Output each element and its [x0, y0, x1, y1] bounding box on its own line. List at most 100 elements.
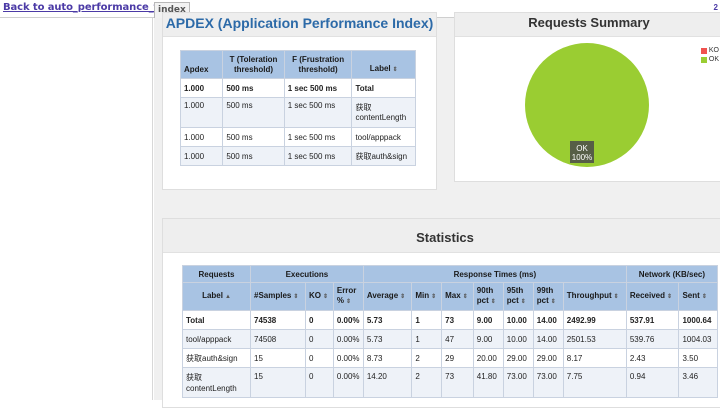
- statistics-panel: Statistics Requests Executions Response …: [162, 218, 720, 408]
- apdex-cell: 1 sec 500 ms: [283, 97, 353, 128]
- stats-header-throughput[interactable]: Throughput ⇕: [562, 282, 627, 311]
- apdex-cell: 500 ms: [222, 78, 285, 98]
- cell: 2501.53: [562, 329, 627, 349]
- group-header-executions: Executions: [250, 265, 364, 283]
- sort-icon: ⇕: [345, 299, 352, 305]
- cell: 73: [441, 310, 474, 330]
- sort-icon: ⇕: [701, 294, 707, 300]
- apdex-header-apdex[interactable]: Apdex: [179, 50, 224, 79]
- stats-header-min[interactable]: Min ⇕: [411, 282, 443, 311]
- cell: 1: [411, 329, 443, 349]
- cell: 537.91: [625, 310, 680, 330]
- group-header-network: Network (KB/sec): [625, 265, 719, 283]
- cell: 41.80: [472, 367, 504, 398]
- stats-header-average[interactable]: Average ⇕: [362, 282, 413, 311]
- sort-icon: ⇕: [400, 294, 406, 300]
- cell: 8.73: [362, 348, 413, 368]
- stats-header-samples[interactable]: #Samples ⇕: [250, 282, 306, 311]
- stats-header-ko[interactable]: KO ⇕: [305, 282, 334, 311]
- cell: 9.00: [472, 310, 504, 330]
- sort-icon: ⇕: [490, 299, 496, 305]
- apdex-cell: Total: [351, 78, 416, 98]
- legend-label-ok: OK: [708, 56, 719, 63]
- legend-label-ko: KO: [708, 47, 719, 54]
- cell: 1000.64: [678, 310, 718, 330]
- stats-header-95th[interactable]: 95th pct ⇕: [502, 282, 534, 311]
- cell: Total: [182, 310, 251, 330]
- apdex-panel: APDEX (Application Performance Index) Ap…: [162, 12, 437, 190]
- cell: 7.75: [562, 367, 627, 398]
- table-row: 获取contentLength 15 0 0.00% 14.20 2 73 41…: [182, 367, 718, 398]
- sort-icon: ⇕: [392, 67, 398, 73]
- cell: 5.73: [362, 310, 413, 330]
- cell: 0: [305, 348, 334, 368]
- apdex-cell: tool/apppack: [351, 127, 416, 147]
- requests-summary-panel: Requests Summary OK 100% KO OK: [454, 12, 720, 182]
- cell: 0.00%: [332, 348, 364, 368]
- stats-header-error[interactable]: Error % ⇕: [332, 282, 364, 311]
- sidebar: [0, 18, 153, 400]
- apdex-table: Apdex T (Toleration threshold) F (Frustr…: [179, 50, 416, 166]
- legend-item-ok[interactable]: OK: [700, 55, 719, 64]
- table-row: tool/apppack 74508 0 0.00% 5.73 1 47 9.0…: [182, 329, 718, 349]
- apdex-row: 1.000 500 ms 1 sec 500 ms tool/apppack: [179, 127, 416, 147]
- cell: 0: [305, 367, 334, 398]
- statistics-title: Statistics: [163, 219, 720, 253]
- cell: 73.00: [532, 367, 564, 398]
- cell: 2: [411, 348, 443, 368]
- legend-swatch-ok: [700, 56, 707, 63]
- stats-header-sent[interactable]: Sent ⇕: [678, 282, 718, 311]
- stats-header-label[interactable]: Label ▲: [182, 282, 251, 311]
- apdex-cell: 1.000: [179, 146, 224, 166]
- table-row: Total 74538 0 0.00% 5.73 1 73 9.00 10.00…: [182, 310, 718, 330]
- cell: 10.00: [502, 329, 534, 349]
- apdex-cell: 1.000: [179, 127, 224, 147]
- sort-icon: ⇕: [431, 294, 437, 300]
- stats-header-90th[interactable]: 90th pct ⇕: [472, 282, 504, 311]
- sort-icon: ⇕: [550, 299, 556, 305]
- apdex-cell: 1 sec 500 ms: [283, 146, 353, 166]
- cell: 3.46: [678, 367, 718, 398]
- apdex-header-toleration[interactable]: T (Toleration threshold): [222, 50, 285, 79]
- cell: 73: [441, 367, 474, 398]
- cell: 15: [250, 367, 306, 398]
- cell: 2: [411, 367, 443, 398]
- sort-icon: ⇕: [666, 294, 673, 300]
- cell: 14.20: [362, 367, 413, 398]
- cell: 9.00: [472, 329, 504, 349]
- apdex-header-frustration[interactable]: F (Frustration threshold): [283, 50, 353, 79]
- stats-header-99th[interactable]: 99th pct ⇕: [532, 282, 564, 311]
- cell: 29: [441, 348, 474, 368]
- apdex-cell: 500 ms: [222, 127, 285, 147]
- cell: 29.00: [532, 348, 564, 368]
- cell: 0.00%: [332, 367, 364, 398]
- sort-icon: ⇕: [613, 294, 619, 300]
- sort-icon: ▲: [224, 294, 231, 300]
- cell: 74508: [250, 329, 306, 349]
- cell: 47: [441, 329, 474, 349]
- cell: 1004.03: [678, 329, 718, 349]
- stats-header-max[interactable]: Max ⇕: [441, 282, 474, 311]
- sort-icon: ⇕: [462, 294, 468, 300]
- corner-indicator: 2: [713, 3, 718, 12]
- cell: 15: [250, 348, 306, 368]
- apdex-cell: 1 sec 500 ms: [283, 78, 353, 98]
- apdex-row: 1.000 500 ms 1 sec 500 ms Total: [179, 78, 416, 98]
- cell: 0: [305, 310, 334, 330]
- cell: 73.00: [502, 367, 534, 398]
- legend-item-ko[interactable]: KO: [700, 46, 719, 55]
- cell: 10.00: [502, 310, 534, 330]
- cell: 5.73: [362, 329, 413, 349]
- cell: 获取auth&sign: [182, 348, 251, 368]
- summary-title: Requests Summary: [455, 13, 720, 37]
- stats-header-received[interactable]: Received ⇕: [625, 282, 680, 311]
- apdex-header-label[interactable]: Label ⇕: [351, 50, 416, 79]
- cell: 20.00: [472, 348, 504, 368]
- cell: 0.00%: [332, 329, 364, 349]
- apdex-cell: 获取auth&sign: [351, 146, 416, 166]
- back-link[interactable]: Back to auto_performance_test: [3, 2, 176, 13]
- statistics-table: Requests Executions Response Times (ms) …: [182, 265, 719, 398]
- cell: 14.00: [532, 310, 564, 330]
- apdex-cell: 1 sec 500 ms: [283, 127, 353, 147]
- cell: 2492.99: [562, 310, 627, 330]
